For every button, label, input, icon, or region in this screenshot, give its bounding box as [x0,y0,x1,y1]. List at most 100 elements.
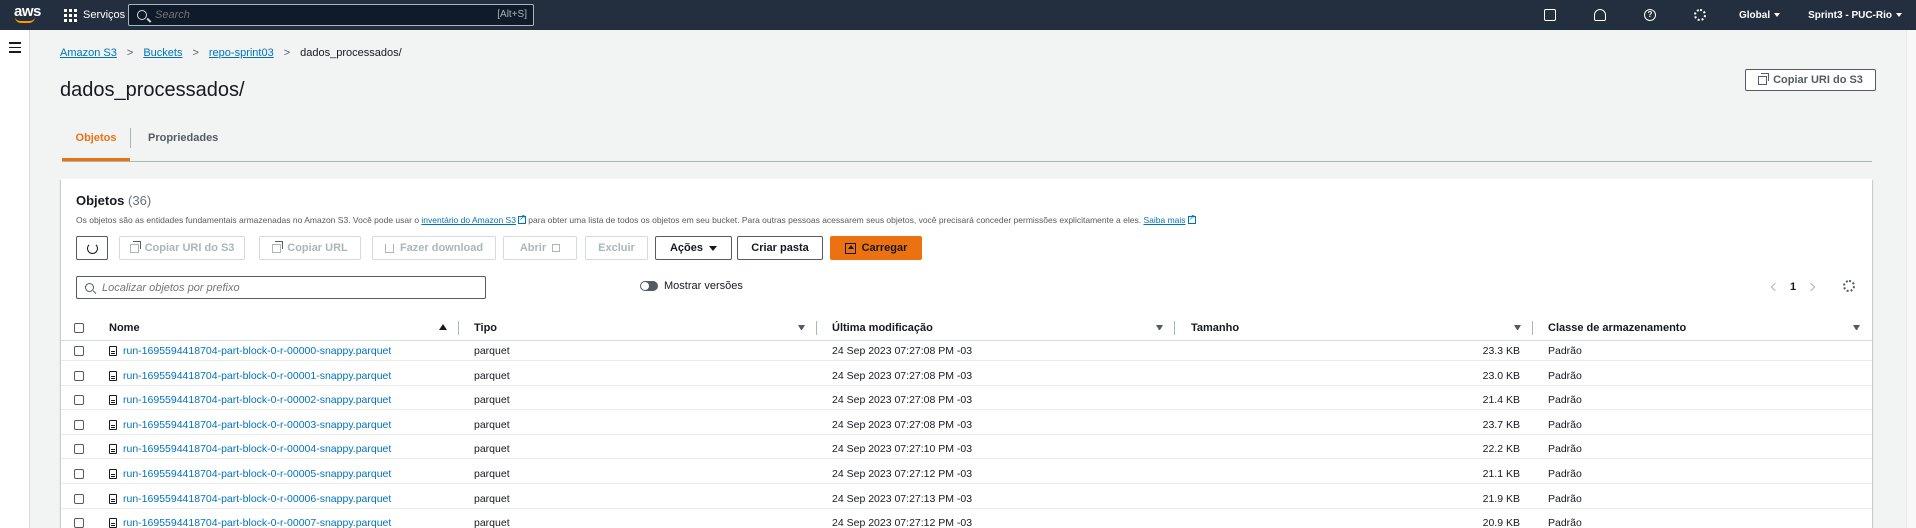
file-icon [109,444,117,455]
global-search-box[interactable]: [Alt+S] [128,4,534,26]
column-last-modified[interactable]: Última modificação [832,322,933,334]
bell-icon[interactable] [1593,9,1606,21]
object-name[interactable]: run-1695594418704-part-block-0-r-00000-s… [123,345,391,357]
account-dropdown[interactable]: Sprint3 - PUC-Rio [1808,10,1902,21]
actions-label: Ações [669,242,704,254]
search-icon [85,283,94,292]
services-menu-button[interactable]: Serviços [64,8,125,22]
table-row[interactable]: run-1695594418704-part-block-0-r-00003-s… [61,415,1872,435]
table-row[interactable]: run-1695594418704-part-block-0-r-00000-s… [61,341,1872,361]
open-button[interactable]: Abrir [503,236,577,260]
download-button[interactable]: Fazer download [372,236,496,260]
column-storage-class[interactable]: Classe de armazenamento [1548,322,1686,334]
account-label: Sprint3 - PUC-Rio [1808,9,1892,21]
gear-icon[interactable] [1693,9,1706,21]
object-size: 23.7 KB [1482,418,1520,431]
breadcrumb-amazon-s3[interactable]: Amazon S3 [60,47,117,59]
sort-icon[interactable] [1514,325,1521,331]
aws-logo[interactable]: aws [0,0,60,30]
sort-icon[interactable] [798,325,805,331]
page-number[interactable]: 1 [1790,281,1796,293]
tab-divider [130,128,131,148]
cloudshell-icon[interactable] [1543,9,1556,21]
copy-s3-uri-button[interactable]: Copiar URI do S3 [1745,69,1876,91]
table-row[interactable]: run-1695594418704-part-block-0-r-00006-s… [61,489,1872,509]
table-row[interactable]: run-1695594418704-part-block-0-r-00007-s… [61,513,1872,528]
row-checkbox[interactable] [74,370,84,381]
prefix-search-input[interactable] [102,281,462,294]
object-storage-class: Padrão [1548,418,1582,431]
show-versions-label: Mostrar versões [664,280,743,292]
object-size: 21.9 KB [1482,492,1520,505]
row-checkbox[interactable] [74,469,84,479]
inventory-link[interactable]: inventário do Amazon S3 [421,215,516,225]
download-label: Fazer download [399,242,484,254]
row-checkbox[interactable] [74,419,84,430]
sort-ascending-icon[interactable] [439,324,447,330]
object-name[interactable]: run-1695594418704-part-block-0-r-00002-s… [123,394,391,406]
region-dropdown[interactable]: Global [1739,10,1781,21]
tab-objects[interactable]: Objetos [62,132,130,161]
upload-icon [844,242,856,254]
upload-button[interactable]: Carregar [830,236,922,260]
learn-more-link[interactable]: Saiba mais [1143,215,1185,225]
row-checkbox[interactable] [74,518,84,528]
select-all-checkbox[interactable] [74,323,84,333]
column-divider[interactable] [816,321,817,335]
help-icon[interactable]: ? [1643,9,1656,21]
object-name[interactable]: run-1695594418704-part-block-0-r-00007-s… [123,517,391,528]
menu-icon[interactable] [9,42,21,56]
global-search-input[interactable] [155,9,475,21]
refresh-button[interactable] [76,236,108,260]
table-header: Nome Tipo Última modificação Tamanho Cla… [61,315,1872,341]
object-name[interactable]: run-1695594418704-part-block-0-r-00004-s… [123,443,391,455]
delete-button[interactable]: Excluir [585,236,648,260]
column-size[interactable]: Tamanho [1191,322,1239,334]
actions-dropdown[interactable]: Ações [655,236,732,260]
chevron-left-icon[interactable] [1770,282,1780,292]
object-name-link[interactable]: run-1695594418704-part-block-0-r-00003-s… [109,419,391,431]
object-name-link[interactable]: run-1695594418704-part-block-0-r-00001-s… [109,370,391,382]
row-checkbox[interactable] [74,346,84,356]
file-icon [109,395,117,406]
column-type[interactable]: Tipo [474,322,497,334]
object-name-link[interactable]: run-1695594418704-part-block-0-r-00000-s… [109,345,391,357]
row-checkbox[interactable] [74,395,84,406]
column-divider[interactable] [1174,321,1175,335]
column-divider[interactable] [458,321,459,335]
table-row[interactable]: run-1695594418704-part-block-0-r-00001-s… [61,366,1872,386]
table-row[interactable]: run-1695594418704-part-block-0-r-00005-s… [61,464,1872,484]
object-name[interactable]: run-1695594418704-part-block-0-r-00001-s… [123,370,391,382]
column-name[interactable]: Nome [109,322,140,334]
breadcrumb-buckets[interactable]: Buckets [143,47,182,59]
table-row[interactable]: run-1695594418704-part-block-0-r-00004-s… [61,439,1872,460]
row-checkbox[interactable] [74,493,84,504]
object-name[interactable]: run-1695594418704-part-block-0-r-00006-s… [123,493,391,505]
copy-uri-button[interactable]: Copiar URI do S3 [119,236,245,260]
object-name-link[interactable]: run-1695594418704-part-block-0-r-00004-s… [109,443,391,455]
copy-url-button[interactable]: Copiar URL [259,236,361,260]
prefix-search-box[interactable] [76,276,486,299]
file-icon [109,419,117,430]
object-modified: 24 Sep 2023 07:27:10 PM -03 [832,443,973,456]
object-name[interactable]: run-1695594418704-part-block-0-r-00003-s… [123,419,391,431]
object-type: parquet [474,468,510,480]
column-divider[interactable] [1532,321,1533,335]
object-name-link[interactable]: run-1695594418704-part-block-0-r-00002-s… [109,394,391,406]
object-name-link[interactable]: run-1695594418704-part-block-0-r-00007-s… [109,517,391,528]
table-row[interactable]: run-1695594418704-part-block-0-r-00002-s… [61,390,1872,411]
object-name-link[interactable]: run-1695594418704-part-block-0-r-00005-s… [109,468,391,480]
scrollbar[interactable] [1906,30,1916,528]
breadcrumb-bucket[interactable]: repo-sprint03 [209,47,274,59]
tab-properties[interactable]: Propriedades [148,132,218,144]
show-versions-toggle[interactable]: Mostrar versões [640,280,743,292]
preferences-gear-icon[interactable] [1843,280,1855,292]
row-checkbox[interactable] [74,444,84,455]
sort-icon[interactable] [1156,325,1163,331]
object-name[interactable]: run-1695594418704-part-block-0-r-00005-s… [123,468,391,480]
toggle-switch[interactable] [640,281,658,291]
object-name-link[interactable]: run-1695594418704-part-block-0-r-00006-s… [109,493,391,505]
sort-icon[interactable] [1853,325,1860,331]
create-folder-button[interactable]: Criar pasta [737,236,823,260]
chevron-right-icon[interactable] [1806,282,1816,292]
